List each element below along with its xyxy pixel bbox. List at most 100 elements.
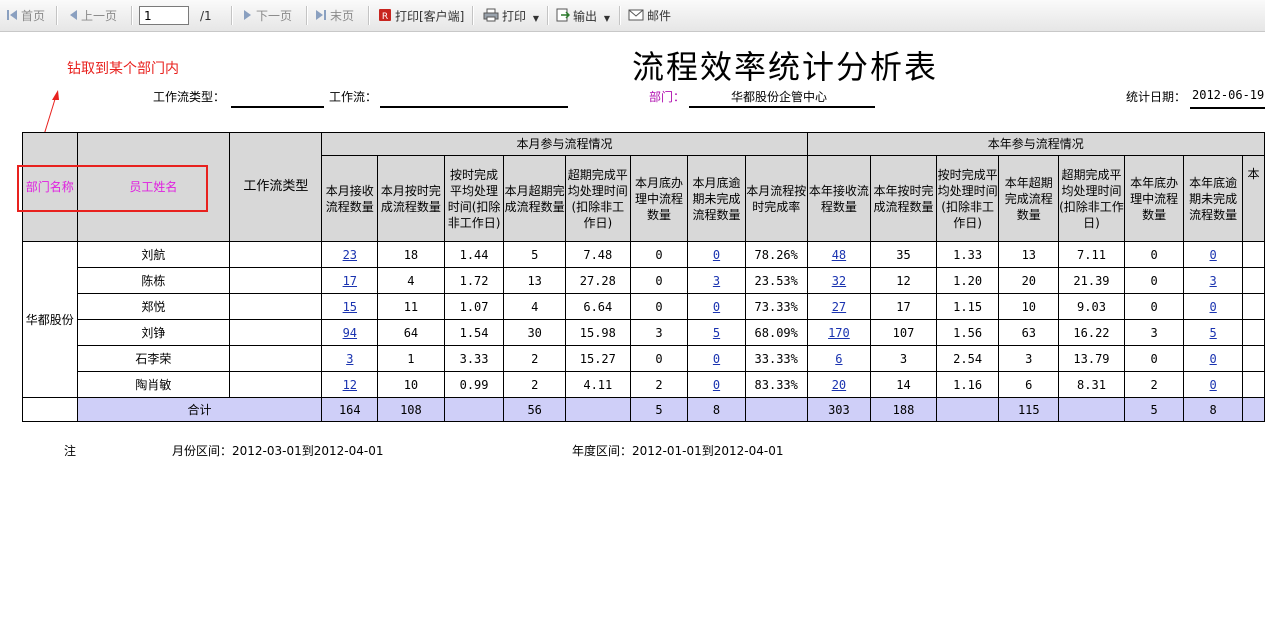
drilldown-link[interactable]: 0 [1210, 378, 1217, 392]
year-value-cell: 20 [806, 371, 872, 398]
drilldown-link[interactable]: 0 [1210, 352, 1217, 366]
print-button[interactable]: 打印 ▼ [483, 8, 539, 24]
truncated-cell [1241, 345, 1265, 372]
header-month-col: 超期完成平均处理时间(扣除非工作日) [564, 155, 631, 242]
workflow-type-field [231, 106, 324, 108]
mail-button[interactable]: 邮件 [628, 8, 671, 24]
page-total: /1 [200, 9, 212, 23]
toolbar-divider [231, 6, 233, 25]
page-number-input[interactable] [139, 6, 189, 25]
header-month-group: 本月参与流程情况 [321, 132, 808, 156]
drilldown-link[interactable]: 170 [828, 326, 850, 340]
drilldown-link[interactable]: 15 [343, 300, 357, 314]
total-year-cell [935, 397, 1000, 422]
drilldown-link[interactable]: 17 [343, 274, 357, 288]
toolbar-divider [619, 6, 621, 25]
dept-label: 部门： [649, 90, 686, 104]
drilldown-link[interactable]: 32 [832, 274, 846, 288]
year-value-cell: 0 [1123, 345, 1185, 372]
drilldown-link[interactable]: 27 [832, 300, 846, 314]
export-button[interactable]: 输出 ▼ [556, 8, 610, 24]
table-row: 刘铮 94 64 1.54 30 15.98 3 5 68.09% 170 107 1.56 63 16.… [23, 319, 1265, 346]
drilldown-link[interactable]: 48 [832, 248, 846, 262]
employee-name-cell: 陈栋 [76, 267, 231, 294]
total-label: 合计 [76, 397, 323, 422]
header-month-col: 本月超期完成流程数量 [503, 155, 566, 242]
year-value-cell: 0 [1123, 267, 1185, 294]
drilldown-link[interactable]: 3 [713, 274, 720, 288]
drilldown-link[interactable]: 0 [713, 248, 720, 262]
total-year-cell [1058, 397, 1125, 422]
prev-page-button[interactable]: 上一页 [68, 8, 117, 24]
workflow-type-cell [229, 241, 323, 268]
workflow-type-cell [229, 267, 323, 294]
year-value-cell: 1.15 [935, 293, 1000, 320]
workflow-field [380, 106, 568, 108]
drilldown-link[interactable]: 0 [713, 378, 720, 392]
print-client-button[interactable]: R 打印[客户端] [378, 8, 464, 24]
first-page-button[interactable]: 首页 [6, 8, 45, 24]
year-value-cell: 7.11 [1058, 241, 1125, 268]
drilldown-link[interactable]: 3 [346, 352, 353, 366]
header-year-col: 本年超期完成流程数量 [998, 155, 1060, 242]
total-month-cell: 5 [629, 397, 689, 422]
header-month-col: 本月接收流程数量 [321, 155, 379, 242]
year-value-cell: 6 [806, 345, 872, 372]
last-page-label: 末页 [330, 9, 355, 23]
year-value-cell: 1.56 [935, 319, 1000, 346]
year-value-cell: 3 [1183, 267, 1243, 294]
year-value-cell: 63 [998, 319, 1060, 346]
dept-name-cell: 华都股份 [22, 241, 78, 398]
month-value-cell: 0 [629, 345, 689, 372]
drilldown-link[interactable]: 94 [343, 326, 357, 340]
month-value-cell: 18 [377, 241, 445, 268]
total-year-cell: 188 [870, 397, 937, 422]
month-value-cell: 0 [629, 293, 689, 320]
mail-icon [628, 9, 644, 25]
month-value-cell: 2 [503, 371, 566, 398]
mail-label: 邮件 [647, 9, 672, 23]
drilldown-link[interactable]: 23 [343, 248, 357, 262]
drilldown-link[interactable]: 3 [1210, 274, 1217, 288]
year-value-cell: 20 [998, 267, 1060, 294]
workflow-type-cell [229, 293, 323, 320]
next-page-button[interactable]: 下一页 [243, 8, 292, 24]
header-month-col: 本月流程按时完成率 [744, 155, 808, 242]
toolbar-divider [306, 6, 308, 25]
month-value-cell: 33.33% [744, 345, 808, 372]
drilldown-link[interactable]: 6 [835, 352, 842, 366]
drilldown-link[interactable]: 12 [343, 378, 357, 392]
export-icon [556, 8, 571, 26]
drilldown-link[interactable]: 0 [713, 352, 720, 366]
year-value-cell: 170 [806, 319, 872, 346]
month-value-cell: 15.98 [564, 319, 631, 346]
year-value-cell: 0 [1183, 371, 1243, 398]
year-value-cell: 1.20 [935, 267, 1000, 294]
drilldown-link[interactable]: 0 [713, 300, 720, 314]
year-value-cell: 27 [806, 293, 872, 320]
month-value-cell: 83.33% [744, 371, 808, 398]
year-value-cell: 2.54 [935, 345, 1000, 372]
month-value-cell: 3 [687, 267, 746, 294]
drilldown-link[interactable]: 5 [1210, 326, 1217, 340]
employee-name-cell: 郑悦 [76, 293, 231, 320]
truncated-cell [1241, 319, 1265, 346]
year-value-cell: 107 [870, 319, 937, 346]
drilldown-link[interactable]: 0 [1210, 248, 1217, 262]
total-year-cell: 5 [1123, 397, 1185, 422]
month-value-cell: 15.27 [564, 345, 631, 372]
month-value-cell: 0 [629, 241, 689, 268]
year-value-cell: 3 [870, 345, 937, 372]
total-month-cell: 108 [377, 397, 445, 422]
month-value-cell: 7.48 [564, 241, 631, 268]
prev-page-label: 上一页 [81, 9, 118, 23]
month-value-cell: 78.26% [744, 241, 808, 268]
drilldown-link[interactable]: 20 [832, 378, 846, 392]
truncated-cell [1241, 397, 1265, 422]
employee-name-cell: 刘航 [76, 241, 231, 268]
last-page-button[interactable]: 末页 [315, 8, 354, 24]
drilldown-link[interactable]: 5 [713, 326, 720, 340]
drilldown-link[interactable]: 0 [1210, 300, 1217, 314]
month-value-cell: 0.99 [443, 371, 505, 398]
report-title: 流程效率统计分析表 [632, 48, 939, 86]
